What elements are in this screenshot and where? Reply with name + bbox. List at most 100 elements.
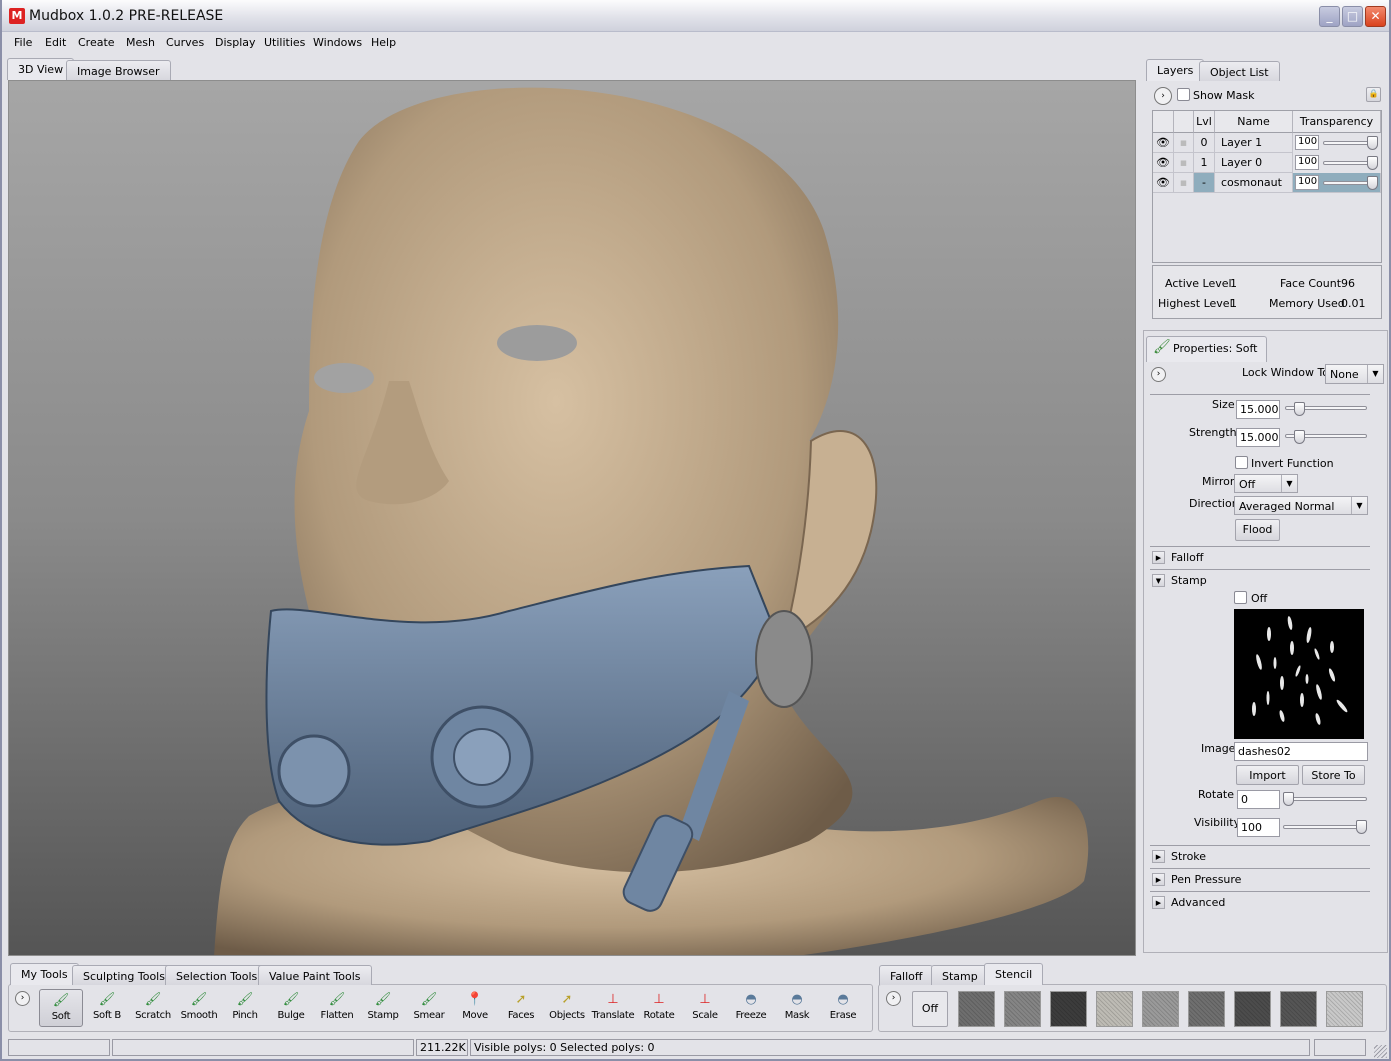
stamp-off-checkbox[interactable] [1234,591,1247,604]
tab-stencil[interactable]: Stencil [984,963,1044,985]
lock-icon[interactable]: ▪ [1174,153,1194,173]
store-to-button[interactable]: Store To [1302,765,1365,785]
stamp-section-header[interactable]: ▼ Stamp [1150,569,1370,591]
tab-stamp[interactable]: Stamp [931,965,989,985]
rotate-field[interactable]: 0 [1237,790,1280,809]
stroke-section-header[interactable]: ▶ Stroke [1150,845,1370,867]
tool-scratch[interactable]: 🖌 Scratch [131,989,175,1027]
visibility-field[interactable]: 100 [1237,818,1280,837]
stamp-image-field[interactable]: dashes02 [1234,742,1368,761]
stencil-texture-swatch[interactable] [1096,991,1133,1027]
strength-field[interactable]: 15.000 [1236,428,1280,447]
eye-icon[interactable]: 👁 [1153,133,1174,153]
lock-icon[interactable]: 🔒 [1366,87,1381,102]
tool-stamp[interactable]: 🖌 Stamp [361,989,405,1027]
eye-icon[interactable]: 👁 [1153,153,1174,173]
tab-image-browser[interactable]: Image Browser [66,60,171,80]
eye-icon[interactable]: 👁 [1153,173,1174,193]
layer-name[interactable]: Layer 0 [1215,153,1293,173]
transparency-slider-thumb[interactable] [1367,176,1378,190]
size-slider-thumb[interactable] [1294,402,1305,416]
properties-options-icon[interactable]: › [1151,367,1166,382]
title-bar[interactable]: M Mudbox 1.0.2 PRE-RELEASE _ □ ✕ [2,0,1389,32]
stencil-texture-swatch[interactable] [958,991,995,1027]
advanced-section-header[interactable]: ▶ Advanced [1150,891,1370,913]
tab-3d-view[interactable]: 3D View [7,58,75,80]
tab-selection-tools[interactable]: Selection Tools [165,965,269,985]
stencil-off-button[interactable]: Off [912,991,948,1027]
lvl-column-header[interactable]: Lvl [1194,111,1215,133]
tab-layers[interactable]: Layers [1146,59,1205,81]
tool-flatten[interactable]: 🖌 Flatten [315,989,359,1027]
transparency-field[interactable]: 100 [1295,135,1319,150]
tool-scale[interactable]: ⊥ Scale [683,989,727,1027]
stencil-texture-swatch[interactable] [1050,991,1087,1027]
tool-rotate[interactable]: ⊥ Rotate [637,989,681,1027]
invert-function-checkbox[interactable] [1235,456,1248,469]
tool-faces[interactable]: ➚ Faces [499,989,543,1027]
name-column-header[interactable]: Name [1215,111,1293,133]
stencil-texture-swatch[interactable] [1234,991,1271,1027]
size-field[interactable]: 15.000 [1236,400,1280,419]
transparency-slider-thumb[interactable] [1367,156,1378,170]
layer-row[interactable]: 👁 ▪ 0 Layer 1 100 [1153,133,1381,153]
stencil-texture-swatch[interactable] [1188,991,1225,1027]
stencil-texture-swatch[interactable] [1004,991,1041,1027]
rotate-slider-thumb[interactable] [1283,792,1294,806]
layer-name[interactable]: cosmonaut [1215,173,1293,193]
stencil-texture-swatch[interactable] [1142,991,1179,1027]
minimize-button[interactable]: _ [1319,6,1340,27]
tab-falloff[interactable]: Falloff [879,965,934,985]
menu-file[interactable]: File [14,36,32,49]
menu-edit[interactable]: Edit [45,36,66,49]
tool-translate[interactable]: ⊥ Translate [591,989,635,1027]
transparency-column-header[interactable]: Transparency [1293,111,1381,133]
transparency-field[interactable]: 100 [1295,175,1319,190]
maximize-button[interactable]: □ [1342,6,1363,27]
tab-my-tools[interactable]: My Tools [10,963,79,985]
transparency-field[interactable]: 100 [1295,155,1319,170]
visibility-slider-thumb[interactable] [1356,820,1367,834]
strength-slider-thumb[interactable] [1294,430,1305,444]
menu-help[interactable]: Help [371,36,396,49]
tray-options-icon[interactable]: › [15,991,30,1006]
menu-display[interactable]: Display [215,36,256,49]
layer-row[interactable]: 👁 ▪ 1 Layer 0 100 [1153,153,1381,173]
menu-mesh[interactable]: Mesh [126,36,155,49]
stencil-texture-swatch[interactable] [1280,991,1317,1027]
resize-grip-icon[interactable] [1374,1045,1387,1058]
layer-row-selected[interactable]: 👁 ▪ - cosmonaut 100 [1153,173,1381,193]
rotate-slider[interactable] [1285,797,1367,801]
mirror-dropdown[interactable]: Off ▼ [1234,474,1298,493]
tool-pinch[interactable]: 🖌 Pinch [223,989,267,1027]
tool-smooth[interactable]: 🖌 Smooth [177,989,221,1027]
3d-viewport[interactable] [8,80,1136,956]
close-button[interactable]: ✕ [1365,6,1386,27]
pen-pressure-section-header[interactable]: ▶ Pen Pressure [1150,868,1370,890]
menu-utilities[interactable]: Utilities [264,36,305,49]
import-button[interactable]: Import [1236,765,1299,785]
stamp-image-preview[interactable] [1234,609,1364,739]
tab-sculpting-tools[interactable]: Sculpting Tools [72,965,176,985]
tool-mask[interactable]: ◓ Mask [775,989,819,1027]
tool-soft[interactable]: 🖌 Soft [39,989,83,1027]
visibility-slider[interactable] [1283,825,1367,829]
show-mask-checkbox[interactable] [1177,88,1190,101]
tab-value-paint-tools[interactable]: Value Paint Tools [258,965,372,985]
stencil-texture-swatch[interactable] [1326,991,1363,1027]
tool-soft-b[interactable]: 🖌 Soft B [85,989,129,1027]
tool-move[interactable]: 📍 Move [453,989,497,1027]
lock-icon[interactable]: ▪ [1174,133,1194,153]
tool-smear[interactable]: 🖌 Smear [407,989,451,1027]
menu-curves[interactable]: Curves [166,36,204,49]
stencil-options-icon[interactable]: › [886,991,901,1006]
tool-bulge[interactable]: 🖌 Bulge [269,989,313,1027]
menu-create[interactable]: Create [78,36,115,49]
tool-erase[interactable]: ◓ Erase [821,989,865,1027]
lock-window-dropdown[interactable]: None ▼ [1325,364,1384,384]
flood-button[interactable]: Flood [1235,519,1280,541]
transparency-slider-thumb[interactable] [1367,136,1378,150]
tool-objects[interactable]: ➚ Objects [545,989,589,1027]
tab-object-list[interactable]: Object List [1199,61,1280,81]
menu-windows[interactable]: Windows [313,36,362,49]
